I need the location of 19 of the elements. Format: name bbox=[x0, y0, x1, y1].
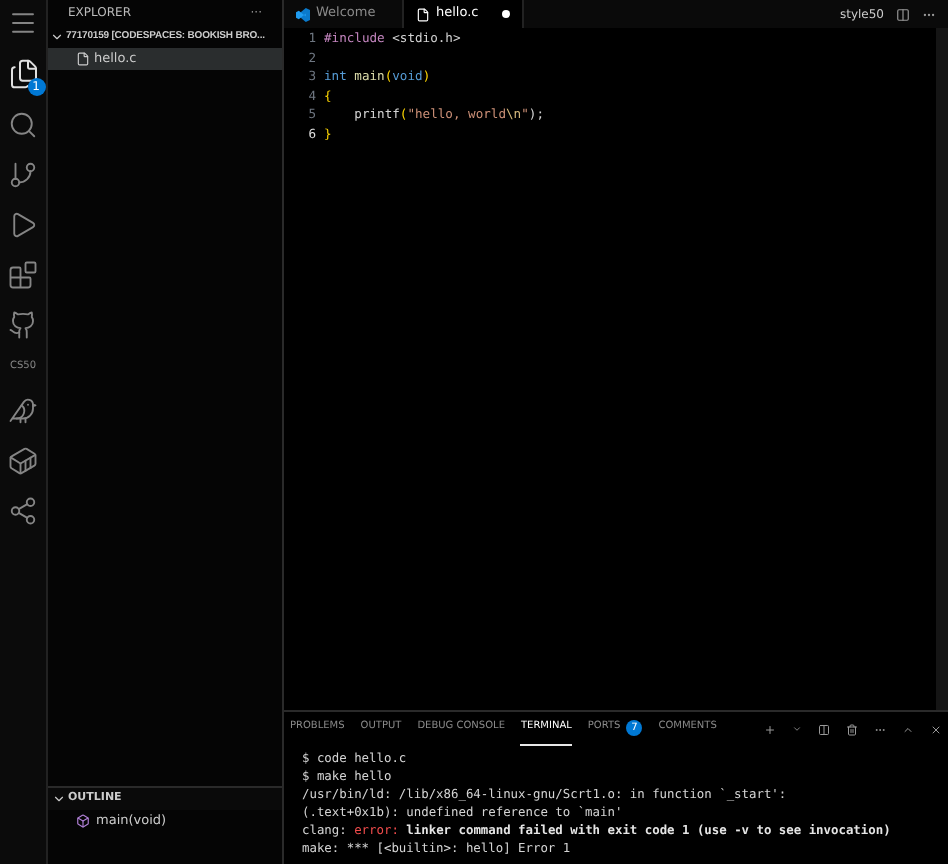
file-icon bbox=[76, 52, 90, 66]
close-icon[interactable] bbox=[930, 723, 942, 735]
remote-icon[interactable] bbox=[8, 495, 38, 525]
file-icon bbox=[416, 7, 430, 21]
container-icon[interactable] bbox=[8, 445, 38, 475]
files-icon[interactable] bbox=[7, 58, 39, 90]
run-debug-icon[interactable] bbox=[8, 210, 38, 240]
search-icon[interactable] bbox=[8, 110, 38, 140]
vscode-logo-icon bbox=[296, 7, 310, 21]
extensions-icon[interactable] bbox=[8, 260, 38, 290]
menu-icon[interactable] bbox=[8, 8, 38, 38]
trash-icon[interactable] bbox=[846, 723, 858, 735]
split-editor-icon[interactable] bbox=[896, 7, 910, 21]
github-icon[interactable] bbox=[8, 310, 38, 340]
method-icon bbox=[76, 814, 90, 828]
source-control-icon[interactable] bbox=[8, 160, 38, 190]
new-terminal-icon[interactable] bbox=[764, 723, 776, 735]
split-terminal-icon[interactable] bbox=[818, 723, 830, 735]
chevron-down-icon[interactable] bbox=[792, 724, 802, 734]
